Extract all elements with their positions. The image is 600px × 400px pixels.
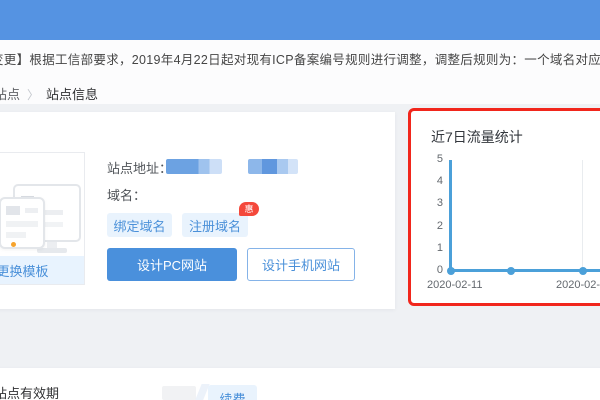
data-point bbox=[579, 267, 587, 275]
notification-dot-icon bbox=[11, 242, 16, 247]
y-axis-tick: 3 bbox=[436, 197, 443, 210]
register-domain-button[interactable]: 注册域名 bbox=[182, 213, 248, 237]
phone-content-block bbox=[6, 232, 26, 238]
admin-page: 变更】根据工信部要求，2019年4月22日起对现有ICP备案编号规则进行调整，调… bbox=[0, 0, 600, 400]
site-address-redacted-2 bbox=[248, 159, 298, 174]
site-info-card: 更换模板 站点地址： 域名： 绑定域名 注册域名 惠 设计PC网站 设计手机网站 bbox=[0, 112, 395, 309]
breadcrumb-item-sites[interactable]: 站点 bbox=[0, 87, 20, 102]
page-header: 变更】根据工信部要求，2019年4月22日起对现有ICP备案编号规则进行调整，调… bbox=[0, 40, 600, 104]
bind-domain-button[interactable]: 绑定域名 bbox=[107, 213, 172, 237]
validity-label: 站点有效期 bbox=[0, 386, 60, 400]
design-mobile-site-button[interactable]: 设计手机网站 bbox=[247, 248, 355, 281]
phone-content-block bbox=[6, 221, 38, 227]
top-banner bbox=[0, 0, 600, 40]
x-axis-tick: 2020-02-11 bbox=[427, 279, 483, 291]
traffic-chart: 0 1 2 3 4 5 2020-02-11 2020-02-0 bbox=[411, 111, 600, 303]
renew-button[interactable]: 续费 bbox=[208, 385, 257, 400]
icp-notice-text: 变更】根据工信部要求，2019年4月22日起对现有ICP备案编号规则进行调整，调… bbox=[0, 53, 600, 67]
y-axis-tick: 5 bbox=[436, 153, 443, 165]
phone-content-block bbox=[25, 208, 38, 213]
data-point bbox=[446, 267, 455, 275]
y-axis-tick: 2 bbox=[436, 219, 443, 232]
traffic-stats-card: 近7日流量统计 0123452020-02-112020-02-0 bbox=[408, 108, 600, 306]
phone-icon bbox=[0, 197, 45, 249]
change-template-button[interactable]: 更换模板 bbox=[0, 256, 84, 284]
site-address-label: 站点地址： bbox=[107, 161, 173, 176]
x-axis-line bbox=[449, 269, 600, 272]
data-point bbox=[507, 267, 515, 275]
phone-content-block bbox=[6, 206, 20, 215]
breadcrumb-item-site-info: 站点信息 bbox=[46, 87, 99, 102]
breadcrumb: 站点〉站点信息 bbox=[0, 84, 98, 103]
y-axis-line bbox=[449, 160, 452, 271]
design-pc-site-button[interactable]: 设计PC网站 bbox=[107, 248, 237, 281]
y-axis-tick: 0 bbox=[436, 264, 443, 276]
vertical-gridline bbox=[582, 160, 583, 270]
breadcrumb-chevron-icon: 〉 bbox=[27, 88, 40, 102]
site-address-redacted-1 bbox=[166, 159, 222, 174]
y-axis-tick: 4 bbox=[436, 175, 443, 188]
template-preview-panel: 更换模板 bbox=[0, 152, 85, 285]
validity-date-redacted bbox=[162, 386, 196, 400]
promo-badge: 惠 bbox=[239, 202, 259, 216]
monitor-base bbox=[37, 248, 67, 253]
domain-label: 域名： bbox=[107, 188, 147, 203]
y-axis-tick: 1 bbox=[436, 241, 443, 254]
site-validity-card: 站点有效期 续费 bbox=[0, 368, 600, 400]
x-axis-tick: 2020-02-0 bbox=[556, 279, 600, 291]
